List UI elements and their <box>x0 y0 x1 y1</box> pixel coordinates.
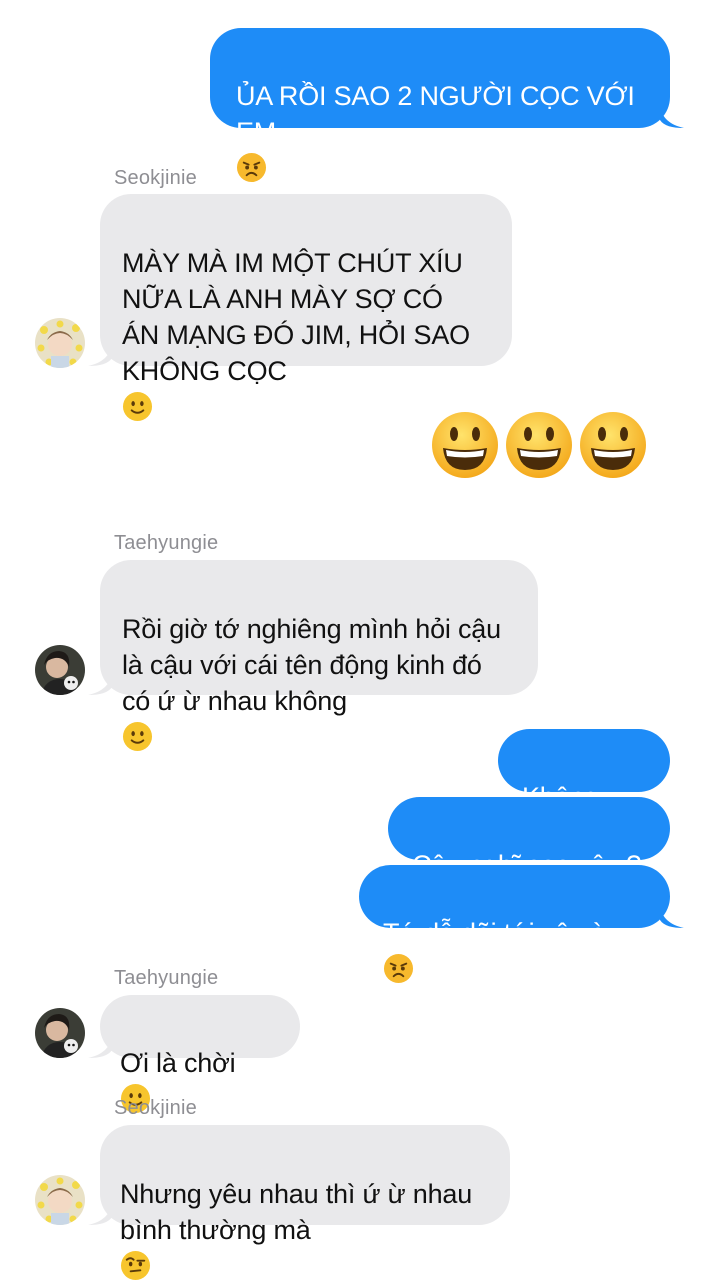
avatar[interactable] <box>35 1008 85 1058</box>
grinning-face-icon <box>506 412 572 478</box>
outgoing-bubble-tail <box>660 106 684 128</box>
avatar[interactable] <box>35 318 85 368</box>
incoming-message-bubble[interactable]: Nhưng yêu nhau thì ứ ừ nhau bình thường … <box>100 1125 510 1281</box>
sender-name: Seokjinie <box>114 1097 197 1119</box>
outgoing-message-bubble[interactable]: Cậu nghĩ sao vậy ? <box>388 797 670 880</box>
incoming-message-bubble[interactable]: Rồi giờ tớ nghiêng mình hỏi cậu là cậu v… <box>100 560 538 752</box>
avatar[interactable] <box>35 1175 85 1225</box>
outgoing-bubble-tail <box>660 906 684 928</box>
outgoing-message-bubble[interactable]: Tớ dễ dãi tới vậy à <box>359 865 670 984</box>
message-text: ỦA RỒI SAO 2 NGƯỜI CỌC VỚI EM <box>236 81 635 147</box>
grinning-face-icon <box>580 412 646 478</box>
outgoing-message-bubble[interactable]: ỦA RỒI SAO 2 NGƯỜI CỌC VỚI EM <box>210 28 670 183</box>
incoming-bubble-tail <box>88 344 112 366</box>
avatar[interactable] <box>35 645 85 695</box>
message-text: Nhưng yêu nhau thì ứ ừ nhau bình thường … <box>120 1179 473 1245</box>
angry-face-icon <box>383 953 414 984</box>
angry-face-icon <box>236 152 267 183</box>
sender-name: Taehyungie <box>114 967 219 989</box>
message-text: Rồi giờ tớ nghiêng mình hỏi cậu là cậu v… <box>122 614 501 716</box>
message-text: Tớ dễ dãi tới vậy à <box>383 918 606 948</box>
incoming-bubble-tail <box>88 673 112 695</box>
slightly-smiling-face-icon <box>122 721 153 752</box>
message-text: MÀY MÀ IM MỘT CHÚT XÍU NỮA LÀ ANH MÀY SỢ… <box>122 248 470 386</box>
slightly-smiling-face-icon <box>122 391 153 422</box>
sender-name: Taehyungie <box>114 532 219 554</box>
face-with-raised-eyebrow-icon <box>120 1250 151 1281</box>
incoming-message-bubble[interactable]: MÀY MÀ IM MỘT CHÚT XÍU NỮA LÀ ANH MÀY SỢ… <box>100 194 512 422</box>
incoming-bubble-tail <box>88 1203 112 1225</box>
incoming-bubble-tail <box>88 1036 112 1058</box>
incoming-message-bubble[interactable]: Ơi là chời <box>100 995 300 1114</box>
emoji-only-message[interactable] <box>430 410 648 480</box>
grinning-face-icon <box>432 412 498 478</box>
message-text: Ơi là chời <box>120 1048 236 1078</box>
sender-name: Seokjinie <box>114 167 197 189</box>
outgoing-message-bubble[interactable]: Không <box>498 729 670 848</box>
